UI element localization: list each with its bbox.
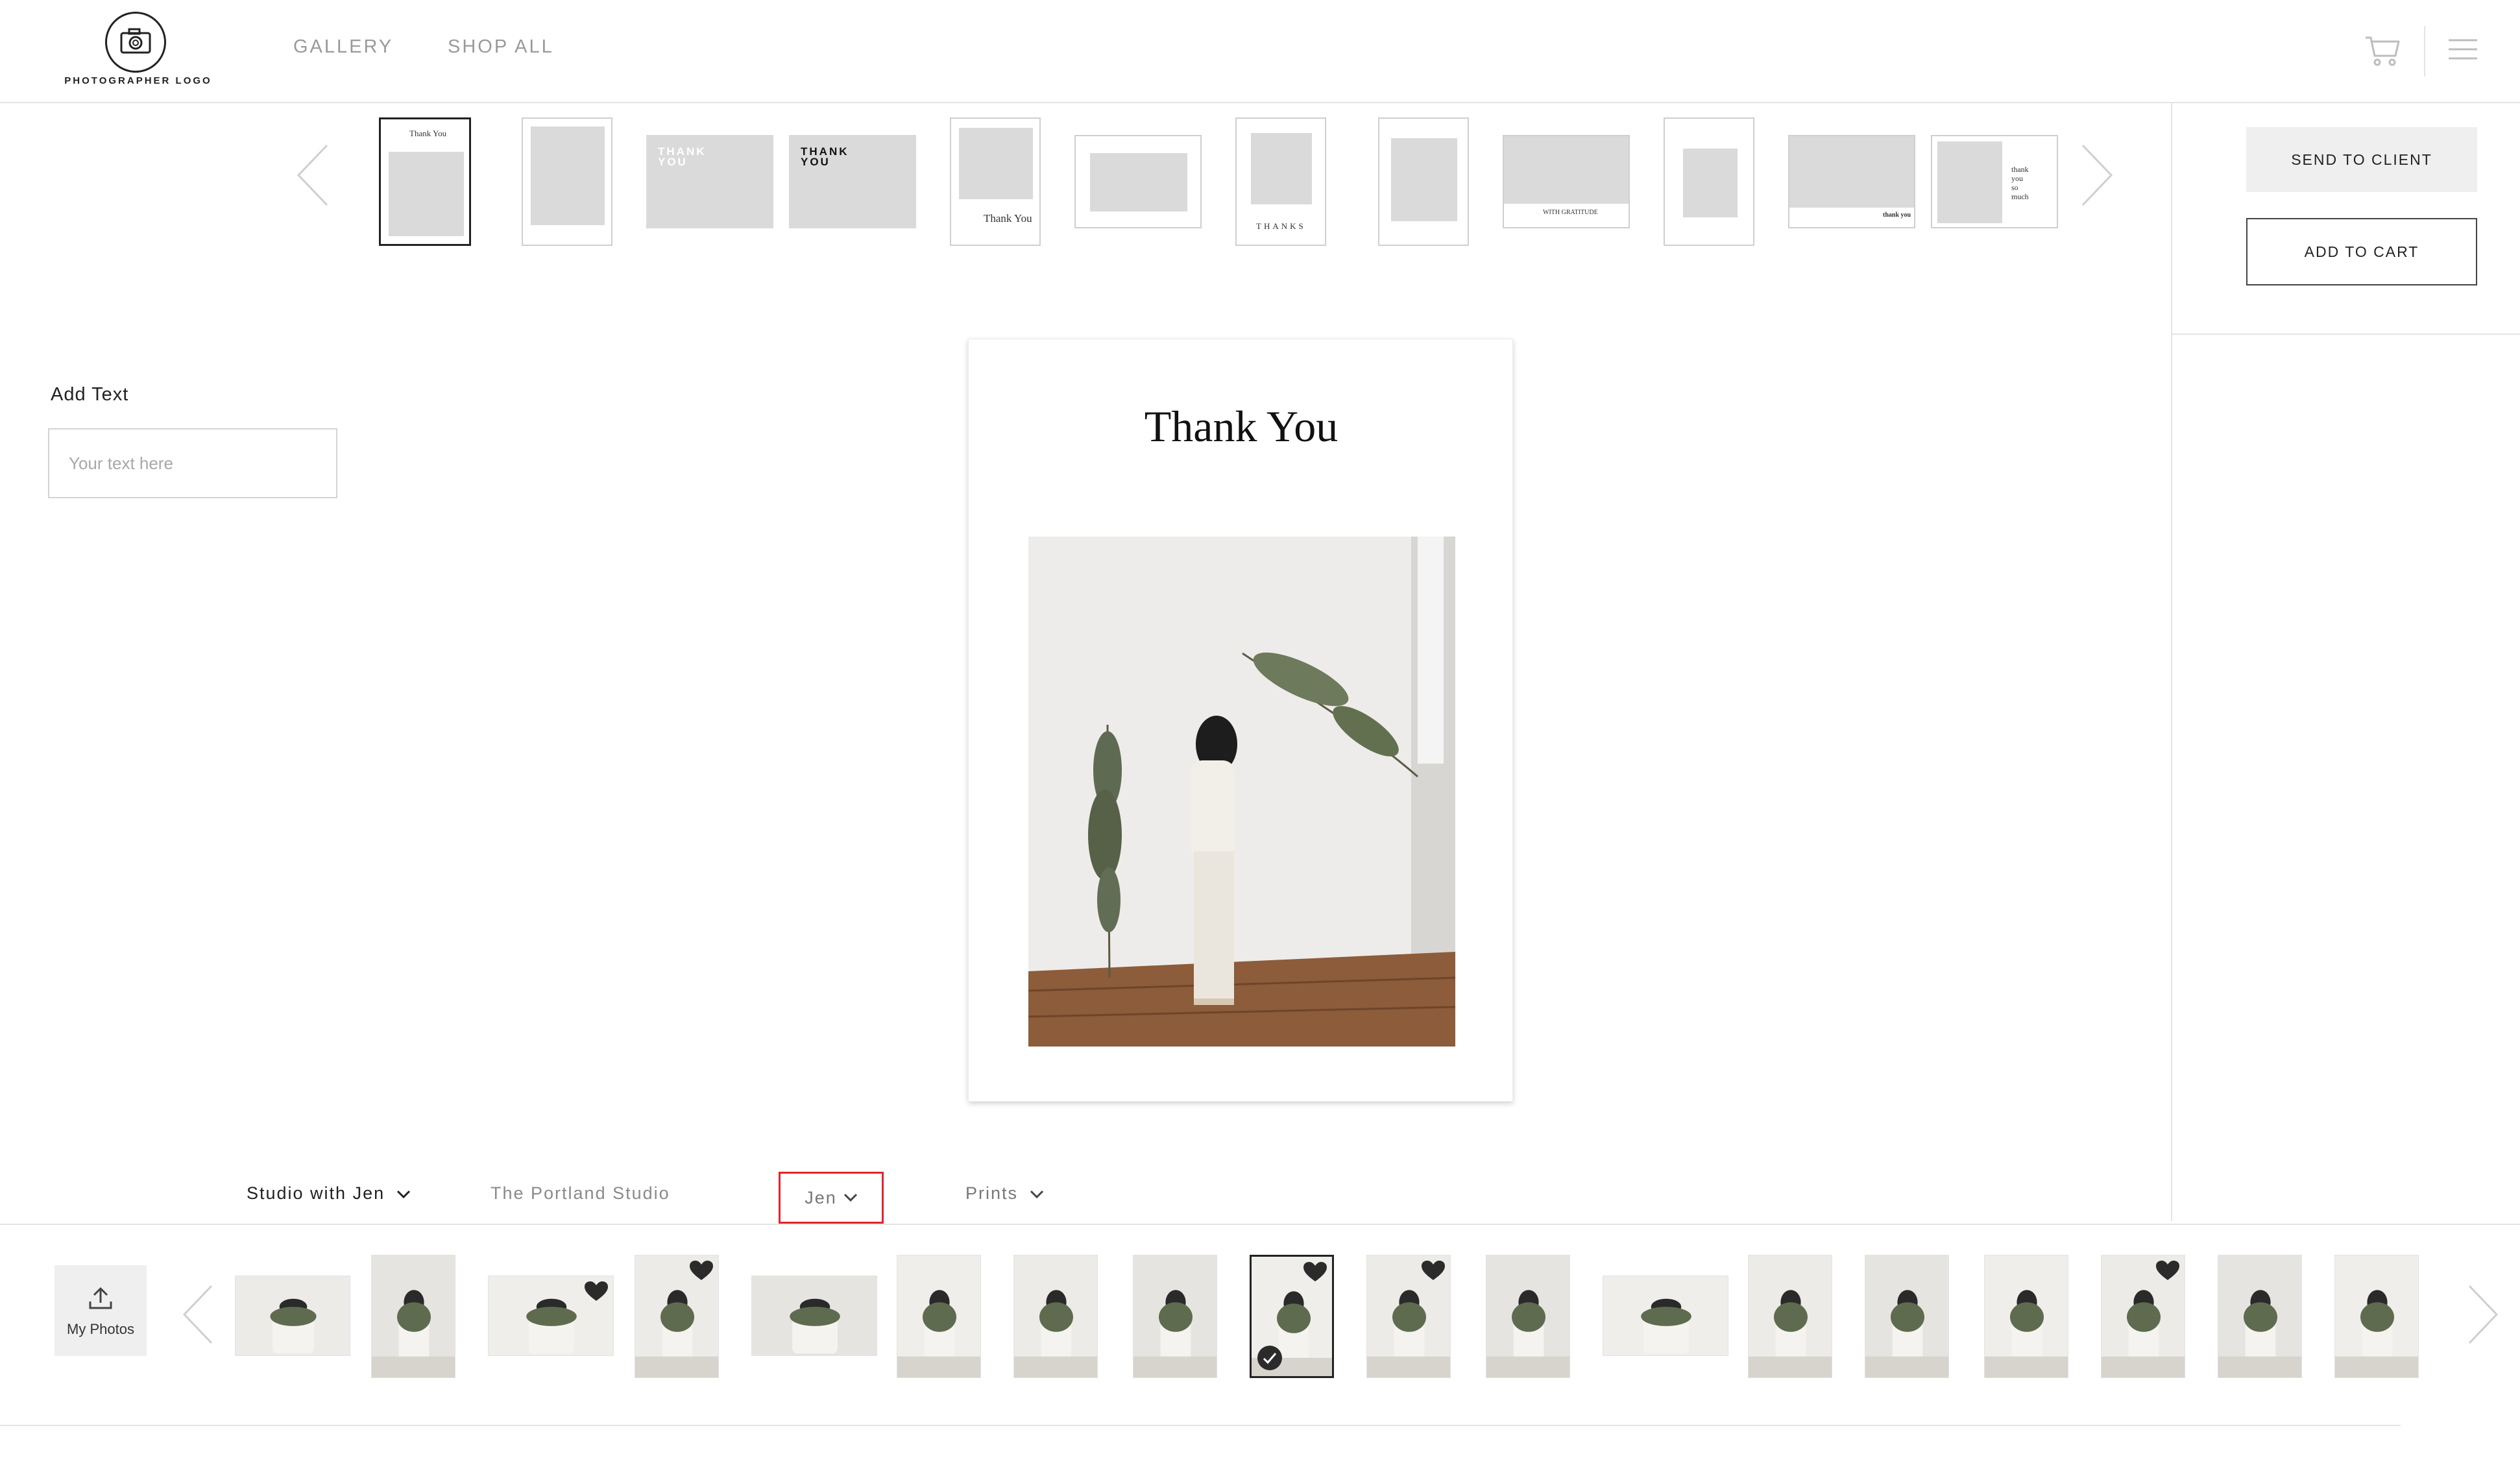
template-thumb[interactable] [522,117,612,246]
my-photos-upload-button[interactable]: My Photos [55,1265,147,1356]
template-thumb[interactable]: WITH GRATITUDE [1503,135,1630,228]
send-to-client-button[interactable]: SEND TO CLIENT [2246,127,2477,192]
photo-thumbnail[interactable] [1486,1255,1570,1378]
template-text: Thank You [409,128,447,138]
product-type-filter-dropdown[interactable]: Prints [965,1183,1044,1204]
heart-icon[interactable] [1303,1262,1327,1283]
photo-thumbnail[interactable] [1603,1276,1728,1356]
right-panel-divider [2171,102,2172,1221]
bottom-divider [0,1425,2401,1426]
template-thumb[interactable]: THANK YOU [789,135,916,228]
hamburger-menu-icon[interactable] [2447,36,2478,62]
heart-icon[interactable] [585,1281,608,1302]
chevron-down-icon [843,1193,857,1202]
template-thumb[interactable]: Thank You [379,117,471,246]
filter-separator [2171,1224,2520,1225]
template-text: thank you [1883,212,1911,219]
card-preview: Thank You [968,339,1513,1102]
photo-thumbnail[interactable] [1748,1255,1832,1378]
photo-thumbnail[interactable] [371,1255,455,1378]
template-text: thank [2011,165,2029,174]
template-text: Thank You [984,212,1032,224]
filter-separator [0,1224,2171,1225]
add-text-label: Add Text [51,384,129,405]
photo-thumbnail[interactable] [235,1276,350,1356]
right-panel-separator [2172,333,2520,335]
template-thumb[interactable]: thank you so much [1931,135,2058,228]
photos-next-arrow-icon[interactable] [2465,1283,2501,1346]
card-photo[interactable] [1028,537,1455,1047]
photo-thumbnail[interactable] [488,1276,614,1356]
photo-thumbnail[interactable] [897,1255,981,1378]
location-filter[interactable]: The Portland Studio [491,1183,670,1204]
my-photos-label: My Photos [67,1321,134,1337]
photo-thumbnail[interactable] [1013,1255,1098,1378]
person-filter-label: Jen [805,1187,837,1207]
template-text: much [2011,192,2029,201]
photo-thumbnail[interactable] [2101,1255,2185,1378]
photo-thumbnail[interactable] [1865,1255,1949,1378]
add-to-cart-button[interactable]: ADD TO CART [2246,218,2477,285]
template-thumb[interactable] [1664,117,1754,246]
template-prev-arrow-icon[interactable] [295,143,331,208]
checkmark-icon [1257,1346,1282,1370]
heart-icon[interactable] [690,1261,713,1281]
template-thumb[interactable] [1378,117,1469,246]
template-thumb[interactable] [1074,135,1202,228]
photo-thumbnail[interactable] [751,1276,877,1356]
template-text: YOU [658,156,688,168]
template-thumb[interactable]: THANKS [1235,117,1326,246]
template-text: WITH GRATITUDE [1543,209,1598,216]
template-text: YOU [801,156,830,168]
template-thumb[interactable]: thank you [1788,135,1915,228]
template-thumb[interactable]: THANK YOU [646,135,773,228]
cart-icon[interactable] [2363,31,2402,70]
template-thumb[interactable]: Thank You [950,117,1041,246]
photo-thumbnail[interactable] [1366,1255,1451,1378]
nav-shop-all[interactable]: SHOP ALL [448,36,554,58]
template-next-arrow-icon[interactable] [2079,143,2115,208]
photo-thumbnail[interactable] [1133,1255,1217,1378]
person-filter-dropdown[interactable]: Jen [779,1172,884,1224]
photo-thumbnail[interactable] [1250,1255,1334,1378]
header-divider [2424,26,2425,77]
photo-thumbnail[interactable] [2218,1255,2302,1378]
photo-thumbnail[interactable] [2334,1255,2419,1378]
logo-text[interactable]: PHOTOGRAPHER LOGO [64,75,213,86]
album-filter-label: Studio with Jen [247,1183,385,1203]
album-filter-dropdown[interactable]: Studio with Jen [247,1183,411,1204]
template-text: THANKS [1256,221,1306,231]
camera-icon[interactable] [105,12,166,73]
add-text-input[interactable] [48,428,337,498]
nav-gallery[interactable]: GALLERY [293,36,393,58]
product-type-filter-label: Prints [965,1183,1019,1203]
template-text: you [2011,174,2023,183]
heart-icon[interactable] [1422,1261,1445,1281]
chevron-down-icon [1030,1190,1043,1198]
heart-icon[interactable] [2156,1261,2179,1281]
template-text: so [2011,183,2018,192]
photo-thumbnail[interactable] [635,1255,719,1378]
photo-thumbnail[interactable] [1984,1255,2068,1378]
card-title: Thank You [1144,402,1339,451]
photos-prev-arrow-icon[interactable] [180,1283,215,1346]
chevron-down-icon [396,1190,410,1198]
upload-icon [89,1287,112,1309]
